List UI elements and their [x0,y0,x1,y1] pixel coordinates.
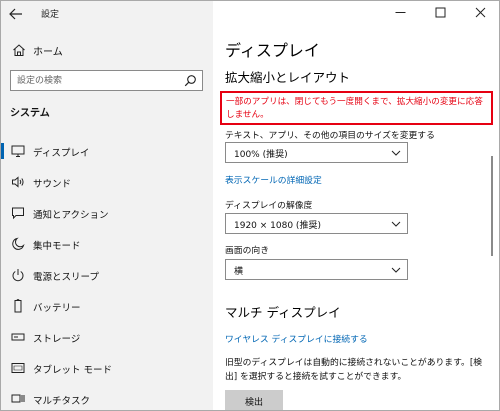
home-label: ホーム [33,47,63,58]
close-button[interactable] [461,1,499,25]
section-label: システム [10,108,50,119]
sidebar-item-storage[interactable]: ストレージ [1,324,213,350]
scale-dropdown[interactable]: 100% (推奨) [225,142,408,163]
window-controls [381,1,499,27]
sidebar-item-label: マルチタスク [33,396,91,407]
chevron-down-icon [391,221,401,227]
sidebar-item-tablet-mode[interactable]: タブレット モード [1,355,213,381]
close-icon [475,7,486,18]
moon-icon [12,237,25,250]
maximize-button[interactable] [421,1,461,25]
resolution-value: 1920 × 1080 (推奨) [234,221,321,231]
sidebar-item-label: タブレット モード [33,365,113,376]
sidebar: 設定 ホーム システム ディスプレイ [1,1,213,410]
sidebar-item-sound[interactable]: サウンド [1,169,213,195]
page-title: ディスプレイ [225,41,320,60]
active-indicator [1,143,4,159]
notification-icon [12,207,24,220]
scale-layout-heading: 拡大縮小とレイアウト [225,70,351,85]
search-input[interactable] [11,71,181,90]
orientation-value: 横 [234,267,244,277]
sidebar-item-label: ストレージ [33,334,81,345]
power-icon [12,269,24,282]
sidebar-item-focus-assist[interactable]: 集中モード [1,231,213,257]
home-icon [13,44,25,56]
wireless-display-link[interactable]: ワイヤレス ディスプレイに接続する [225,332,368,345]
detect-button[interactable]: 検出 [225,390,283,410]
scrollbar[interactable] [491,156,493,256]
multi-display-heading: マルチ ディスプレイ [225,305,341,320]
battery-icon [14,299,22,313]
sidebar-item-label: ディスプレイ [33,148,90,159]
speaker-icon [12,176,24,188]
orientation-label: 画面の向き [225,246,269,256]
back-arrow-icon [9,8,22,20]
main-content: ディスプレイ 拡大縮小とレイアウト 一部のアプリは、閉じてもう一度開くまで、拡大… [213,1,499,410]
warning-highlight-box: 一部のアプリは、閉じてもう一度開くまで、拡大縮小の変更に応答しません。 [220,91,493,125]
storage-icon [11,333,25,341]
monitor-icon [11,145,25,157]
multitask-icon [11,394,25,403]
scale-value: 100% (推奨) [234,150,288,160]
orientation-dropdown[interactable]: 横 [225,259,408,280]
app-title: 設定 [41,10,60,20]
sidebar-item-battery[interactable]: バッテリー [1,293,213,319]
title-bar: 設定 [1,1,213,27]
sidebar-item-label: サウンド [33,179,72,190]
settings-window: 設定 ホーム システム ディスプレイ [0,0,500,411]
advanced-scaling-link[interactable]: 表示スケールの詳細設定 [225,173,322,186]
tablet-icon [11,363,25,373]
minimize-icon [395,12,406,13]
scale-label: テキスト、アプリ、その他の項目のサイズを変更する [225,131,435,141]
sidebar-item-home[interactable]: ホーム [1,39,213,61]
maximize-icon [435,7,446,18]
back-button[interactable] [7,5,25,23]
sidebar-item-display[interactable]: ディスプレイ [1,138,213,164]
sidebar-item-label: 通知とアクション [33,210,109,221]
minimize-button[interactable] [381,1,421,25]
sidebar-item-notifications[interactable]: 通知とアクション [1,200,213,226]
sidebar-item-label: 電源とスリープ [33,272,99,283]
sidebar-item-label: 集中モード [33,241,81,252]
detect-description: 旧型のディスプレイは自動的に接続されないことがあります。[検出] を選択すると接… [225,358,483,382]
resolution-label: ディスプレイの解像度 [225,201,313,211]
chevron-down-icon [391,150,401,156]
sidebar-item-multitasking[interactable]: マルチタスク [1,386,213,410]
search-box[interactable] [10,70,203,91]
search-icon[interactable] [184,74,197,87]
sidebar-item-power-sleep[interactable]: 電源とスリープ [1,262,213,288]
sidebar-item-label: バッテリー [33,303,81,314]
warning-message: 一部のアプリは、閉じてもう一度開くまで、拡大縮小の変更に応答しません。 [226,97,483,120]
chevron-down-icon [391,267,401,273]
resolution-dropdown[interactable]: 1920 × 1080 (推奨) [225,213,408,234]
